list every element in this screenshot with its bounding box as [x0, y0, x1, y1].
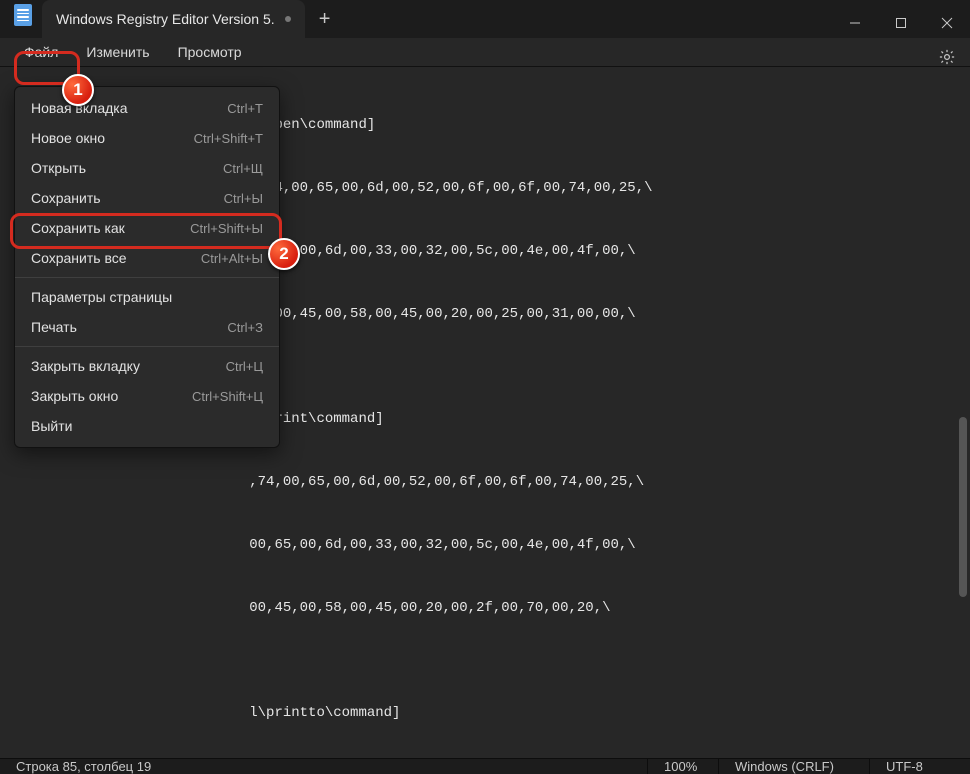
annotation-badge-1: 1	[62, 74, 94, 106]
menu-item-shortcut: Ctrl+Т	[227, 101, 263, 116]
status-position[interactable]: Строка 85, столбец 19	[0, 759, 167, 774]
menu-view[interactable]: Просмотр	[164, 38, 256, 66]
menu-item-shortcut: Ctrl+Shift+Ы	[190, 221, 263, 236]
menubar: Файл Изменить Просмотр	[0, 38, 970, 67]
menu-item-label: Сохранить все	[31, 250, 127, 266]
menu-edit[interactable]: Изменить	[72, 38, 163, 66]
tab-title: Windows Registry Editor Version 5.	[56, 11, 275, 27]
status-encoding[interactable]: UTF-8	[870, 759, 970, 774]
menu-separator	[15, 346, 279, 347]
editor-line: 00,65,00,6d,00,33,00,32,00,5c,00,4e,00,4…	[14, 535, 970, 556]
titlebar: Windows Registry Editor Version 5. +	[0, 0, 970, 38]
menu-item-shortcut: Ctrl+Ц	[226, 359, 263, 374]
menu-item-label: Параметры страницы	[31, 289, 172, 305]
status-zoom[interactable]: 100%	[648, 759, 718, 774]
menu-file[interactable]: Файл	[10, 38, 72, 66]
status-eol[interactable]: Windows (CRLF)	[719, 759, 869, 774]
menu-item-close-window[interactable]: Закрыть окно Ctrl+Shift+Ц	[15, 381, 279, 411]
modified-indicator-icon	[285, 16, 291, 22]
menu-item-shortcut: Ctrl+Щ	[223, 161, 263, 176]
menu-separator	[15, 277, 279, 278]
menu-item-shortcut: Ctrl+Shift+Ц	[192, 389, 263, 404]
editor-line: ,74,00,65,00,6d,00,52,00,6f,00,6f,00,74,…	[14, 472, 970, 493]
menu-item-save-as[interactable]: Сохранить как Ctrl+Shift+Ы	[15, 213, 279, 243]
menu-item-label: Новое окно	[31, 130, 105, 146]
menu-item-page-setup[interactable]: Параметры страницы	[15, 282, 279, 312]
file-menu-dropdown: Новая вкладка Ctrl+Т Новое окно Ctrl+Shi…	[14, 86, 280, 448]
editor-line: l\printto\command]	[14, 703, 970, 724]
menu-item-open[interactable]: Открыть Ctrl+Щ	[15, 153, 279, 183]
menu-item-shortcut: Ctrl+Shift+Т	[194, 131, 263, 146]
menu-item-shortcut: Ctrl+Ы	[224, 191, 263, 206]
menu-item-save-all[interactable]: Сохранить все Ctrl+Alt+Ы	[15, 243, 279, 273]
menu-item-label: Сохранить	[31, 190, 101, 206]
annotation-badge-2: 2	[268, 238, 300, 270]
menu-item-label: Открыть	[31, 160, 86, 176]
menu-item-label: Закрыть окно	[31, 388, 118, 404]
scrollbar-thumb[interactable]	[959, 417, 967, 597]
settings-button[interactable]	[938, 48, 956, 69]
menu-item-label: Выйти	[31, 418, 72, 434]
menu-item-label: Закрыть вкладку	[31, 358, 140, 374]
menu-item-shortcut: Ctrl+Alt+Ы	[201, 251, 263, 266]
notepad-icon	[14, 4, 32, 26]
menu-item-new-tab[interactable]: Новая вкладка Ctrl+Т	[15, 93, 279, 123]
menu-item-save[interactable]: Сохранить Ctrl+Ы	[15, 183, 279, 213]
new-tab-button[interactable]: +	[305, 0, 345, 38]
menu-item-print[interactable]: Печать Ctrl+З	[15, 312, 279, 342]
menu-item-shortcut: Ctrl+З	[227, 320, 263, 335]
menu-item-exit[interactable]: Выйти	[15, 411, 279, 441]
menu-item-new-window[interactable]: Новое окно Ctrl+Shift+Т	[15, 123, 279, 153]
editor-line: 00,45,00,58,00,45,00,20,00,2f,00,70,00,2…	[14, 598, 970, 619]
menu-item-label: Сохранить как	[31, 220, 125, 236]
menu-item-close-tab[interactable]: Закрыть вкладку Ctrl+Ц	[15, 351, 279, 381]
statusbar: Строка 85, столбец 19 100% Windows (CRLF…	[0, 758, 970, 774]
document-tab[interactable]: Windows Registry Editor Version 5.	[42, 0, 305, 38]
app-window: Windows Registry Editor Version 5. + Фай…	[0, 0, 970, 774]
menu-item-label: Печать	[31, 319, 77, 335]
